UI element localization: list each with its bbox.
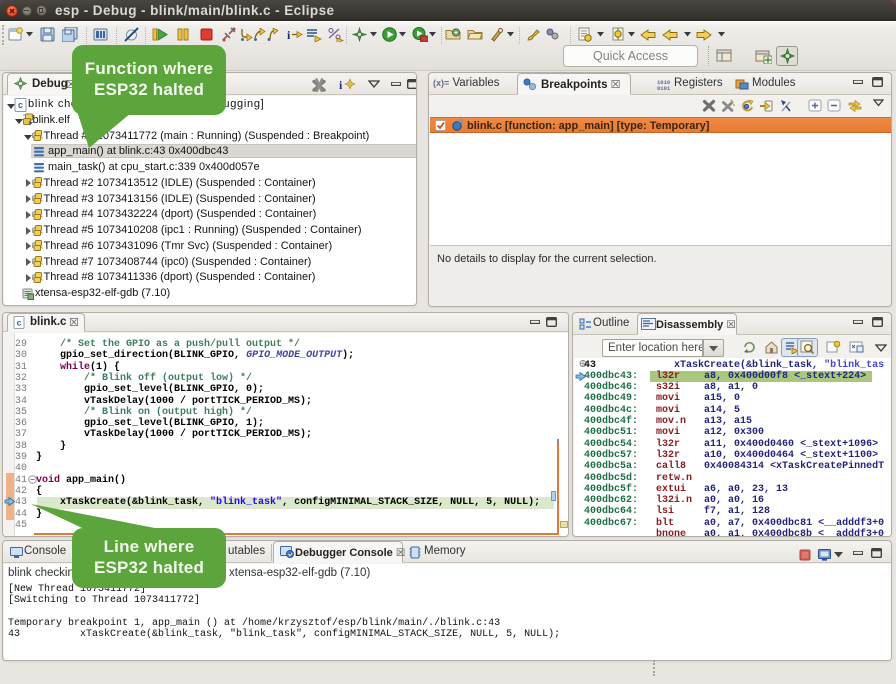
svg-text:c: c: [17, 318, 22, 328]
svg-text:i: i: [339, 78, 343, 92]
svg-text:i: i: [287, 28, 291, 42]
svg-text:0101: 0101: [657, 85, 671, 90]
svg-text:c: c: [18, 100, 23, 110]
